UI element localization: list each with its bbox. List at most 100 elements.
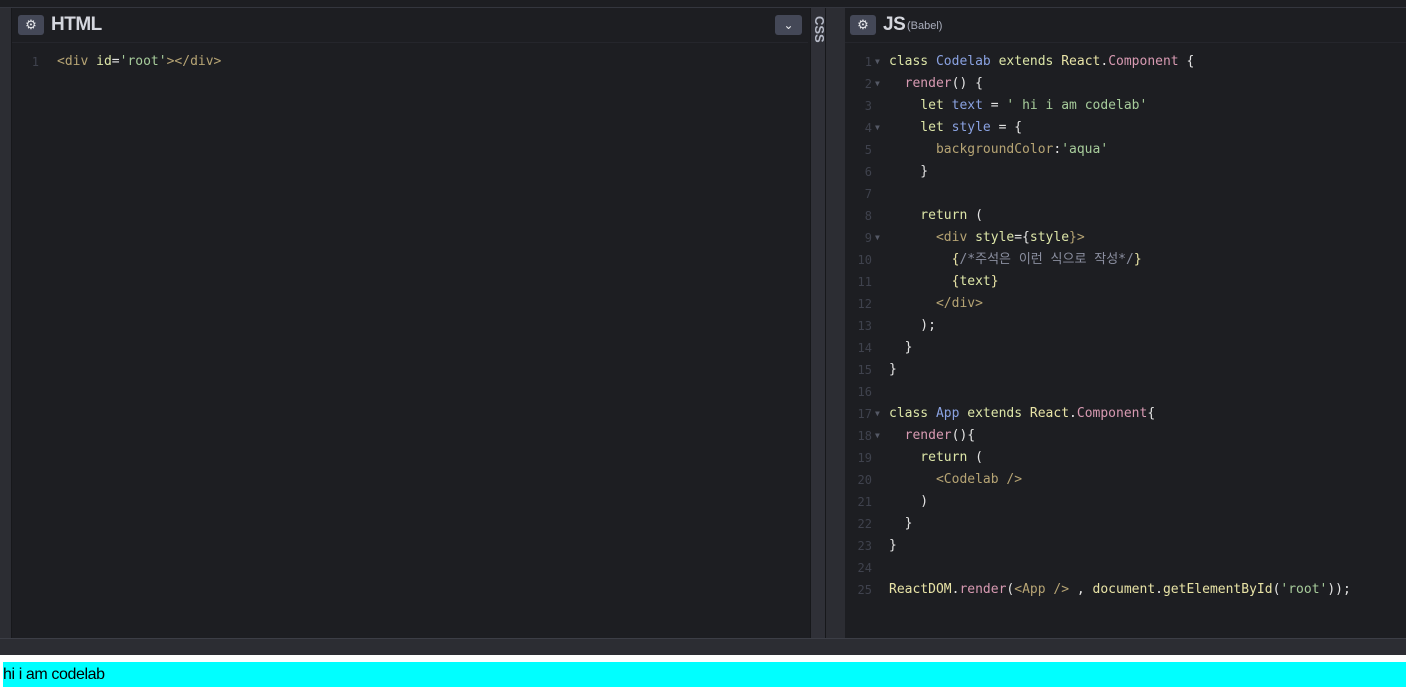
code-token: ReactDOM: [889, 582, 952, 597]
code-token: let: [889, 98, 952, 113]
line-number: 14: [857, 341, 872, 355]
html-settings-button[interactable]: ⚙: [18, 15, 44, 35]
line-number: 6: [864, 165, 872, 179]
line-number: 7: [864, 187, 872, 201]
line-number: 17: [857, 407, 872, 421]
code-token: (){: [951, 428, 976, 443]
code-line: 20 <Codelab />: [845, 469, 1406, 491]
code-token: style: [975, 230, 1015, 245]
fold-toggle-icon[interactable]: ▼: [875, 73, 880, 95]
fold-toggle-icon[interactable]: ▼: [875, 403, 880, 425]
line-number: 1: [31, 55, 39, 69]
line-number: 10: [857, 253, 872, 267]
line-number: 19: [857, 451, 872, 465]
code-token: =: [982, 98, 1007, 113]
code-token: .: [1069, 406, 1077, 421]
code-token: {: [1147, 406, 1156, 421]
code-text: {text}: [889, 271, 999, 293]
code-line: 6 }: [845, 161, 1406, 183]
code-token: <Codelab />: [889, 472, 1023, 487]
code-line: 8 return (: [845, 205, 1406, 227]
fold-toggle-icon[interactable]: ▼: [875, 117, 880, 139]
panel-resizer[interactable]: [826, 8, 845, 638]
code-token: }>: [1069, 230, 1085, 245]
html-collapse-button[interactable]: ⌄: [775, 15, 802, 35]
code-token: return: [889, 450, 976, 465]
line-number: 15: [857, 363, 872, 377]
line-number: 20: [857, 473, 872, 487]
js-panel-title: JS: [883, 14, 906, 35]
code-line: 23}: [845, 535, 1406, 557]
code-token: </div>: [889, 296, 983, 311]
code-text: return (: [889, 205, 983, 227]
line-number: 1: [864, 55, 872, 69]
line-number: 23: [857, 539, 872, 553]
code-text: let text = ' hi i am codelab': [889, 95, 1147, 117]
code-token: App: [935, 406, 960, 421]
code-token: ' hi i am codelab': [1006, 98, 1148, 113]
line-number: 18: [857, 429, 872, 443]
code-token: class: [889, 406, 936, 421]
code-token: ,: [1069, 582, 1093, 597]
code-line: 9 ▼ <div style={style}>: [845, 227, 1406, 249]
code-token: ={: [1014, 230, 1030, 245]
code-text: <div style={style}>: [889, 227, 1085, 249]
code-token: {: [1178, 54, 1195, 69]
gear-icon: ⚙: [25, 17, 37, 32]
code-token: <div: [57, 54, 97, 69]
code-token: /*주석은 이런 식으로 작성*/: [959, 252, 1134, 267]
code-token: 'root': [1280, 582, 1328, 597]
code-text: render() {: [889, 73, 983, 95]
code-text: backgroundColor:'aqua': [889, 139, 1108, 161]
fold-toggle-icon[interactable]: ▼: [875, 227, 880, 249]
code-line: 7: [845, 183, 1406, 205]
code-token: }: [889, 538, 897, 553]
code-line: 21 ): [845, 491, 1406, 513]
code-token: () {: [951, 76, 983, 91]
code-token: Codelab: [935, 54, 991, 69]
line-number: 2: [864, 77, 872, 91]
code-line: 3 let text = ' hi i am codelab': [845, 95, 1406, 117]
code-token: }: [990, 274, 999, 289]
code-token: .: [1155, 582, 1163, 597]
preview-resizer[interactable]: [0, 638, 1406, 655]
line-number: 22: [857, 517, 872, 531]
code-token: id: [96, 54, 112, 69]
code-token: }: [1133, 252, 1142, 267]
code-text: {/*주석은 이런 식으로 작성*/}: [889, 249, 1142, 271]
code-line: 17 ▼ class App extends React.Component{: [845, 403, 1406, 425]
code-token: 'root': [119, 54, 167, 69]
code-text: <Codelab />: [889, 469, 1022, 491]
code-line: 10 {/*주석은 이런 식으로 작성*/}: [845, 249, 1406, 271]
code-token: style: [951, 120, 991, 135]
js-code-lines: 1 ▼ class Codelab extends React.Component …: [845, 51, 1406, 601]
line-number: 21: [857, 495, 872, 509]
left-edge: [0, 8, 12, 638]
line-number: 11: [857, 275, 872, 289]
js-code-editor[interactable]: 1 ▼ class Codelab extends React.Component …: [845, 42, 1406, 638]
html-code-editor[interactable]: 1 <div id='root'></div>: [12, 42, 808, 638]
fold-toggle-icon[interactable]: ▼: [875, 51, 880, 73]
code-text: </div>: [889, 293, 983, 315]
fold-toggle-icon[interactable]: ▼: [875, 425, 880, 447]
code-token: {: [889, 252, 960, 267]
js-panel-header: ⚙ JS (Babel): [845, 8, 1406, 41]
code-text: ReactDOM.render(<App /> , document.getEl…: [889, 579, 1351, 601]
js-settings-button[interactable]: ⚙: [850, 15, 876, 35]
code-token: ): [889, 494, 929, 509]
code-line: 18 ▼ render(){: [845, 425, 1406, 447]
code-token: class: [889, 54, 936, 69]
code-token: = {: [990, 120, 1023, 135]
html-panel-title: HTML: [51, 14, 102, 35]
code-line: 24: [845, 557, 1406, 579]
html-editor-panel: ⚙ HTML ⌄ 1 <div id='root'></div>: [12, 8, 808, 638]
code-text: return (: [889, 447, 983, 469]
css-panel-collapsed[interactable]: CSS: [810, 8, 827, 638]
code-line: 1 ▼ class Codelab extends React.Component …: [845, 51, 1406, 73]
code-token: render: [889, 76, 952, 91]
code-line: 15}: [845, 359, 1406, 381]
line-number: 9: [864, 231, 872, 245]
code-token: getElementById: [1162, 582, 1273, 597]
code-token: ></div>: [166, 54, 222, 69]
code-token: }: [889, 164, 929, 179]
